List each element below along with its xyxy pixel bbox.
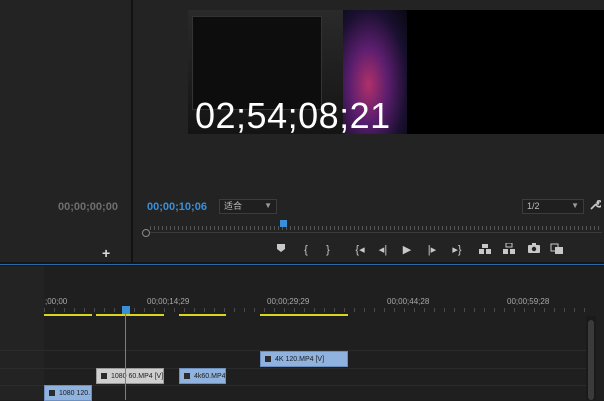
timeline-playhead[interactable]: [122, 306, 130, 314]
fit-dropdown[interactable]: 适合 ▼: [219, 199, 277, 214]
render-bar: [260, 314, 348, 316]
scrub-ticks: [150, 226, 602, 230]
compare-icon[interactable]: [550, 243, 564, 257]
timeline-playhead-line: [125, 314, 126, 400]
resolution-dropdown-value: 1/2: [527, 201, 540, 211]
wrench-icon[interactable]: [589, 198, 603, 210]
go-to-out-button[interactable]: ▸}: [448, 243, 466, 257]
mark-out-button[interactable]: }: [321, 243, 335, 257]
fx-badge-icon: [265, 356, 271, 363]
fx-badge-icon: [49, 390, 55, 397]
ruler-label: 00;00;29;29: [267, 297, 310, 306]
timeline-panel: [0, 266, 604, 400]
add-button[interactable]: +: [102, 245, 110, 261]
ruler-label: ;00;00: [45, 297, 68, 306]
resolution-dropdown[interactable]: 1/2 ▼: [522, 199, 584, 214]
active-panel-indicator: [0, 264, 604, 265]
mark-in-button[interactable]: {: [299, 243, 313, 257]
scrub-start-handle[interactable]: [142, 229, 150, 237]
chevron-down-icon: ▼: [571, 201, 579, 210]
source-timecode[interactable]: 00;00;00;00: [58, 201, 118, 213]
camera-icon[interactable]: [527, 243, 541, 257]
clip-4k-120[interactable]: 4K 120.MP4 [V]: [260, 351, 348, 367]
fit-dropdown-value: 适合: [224, 201, 243, 211]
overlay-timecode: 02;54;08;21: [195, 95, 391, 136]
fx-badge-icon: [184, 373, 190, 380]
step-forward-button[interactable]: |▸: [425, 243, 439, 257]
extract-icon[interactable]: [502, 242, 516, 257]
track-divider: [0, 368, 586, 369]
clip-label: 4k60.MP4: [194, 373, 226, 380]
fx-badge-icon: [101, 373, 107, 380]
render-bar: [96, 314, 164, 316]
render-bar: [179, 314, 226, 316]
render-bar: [44, 314, 92, 316]
clip-label: 1080 60.MP4 [V]: [111, 373, 164, 380]
clip-label: 1080 120.: [59, 390, 91, 397]
scrollbar-thumb[interactable]: [588, 320, 594, 400]
clip-1080-60[interactable]: 1080 60.MP4 [V]: [96, 368, 164, 384]
marker-icon[interactable]: [274, 243, 288, 257]
ruler-label: 00;00;44;28: [387, 297, 430, 306]
ruler-label: 00;00;14;29: [147, 297, 190, 306]
clip-label: 4K 120.MP4 [V]: [275, 356, 325, 363]
scrub-track: [150, 232, 602, 233]
ruler-label: 00;00;59;28: [507, 297, 550, 306]
track-headers: [0, 266, 44, 400]
clip-1080-120[interactable]: 1080 120.: [44, 385, 92, 401]
source-monitor-panel: [0, 0, 131, 262]
clip-4k60[interactable]: 4k60.MP4: [179, 368, 226, 384]
program-current-timecode[interactable]: 00;00;10;06: [147, 201, 207, 213]
lift-icon[interactable]: [478, 243, 492, 257]
step-back-button[interactable]: ◂|: [376, 243, 390, 257]
go-to-in-button[interactable]: {◂: [351, 243, 369, 257]
program-playhead[interactable]: [280, 220, 287, 227]
chevron-down-icon: ▼: [264, 201, 272, 210]
play-button[interactable]: ▶: [400, 243, 414, 257]
